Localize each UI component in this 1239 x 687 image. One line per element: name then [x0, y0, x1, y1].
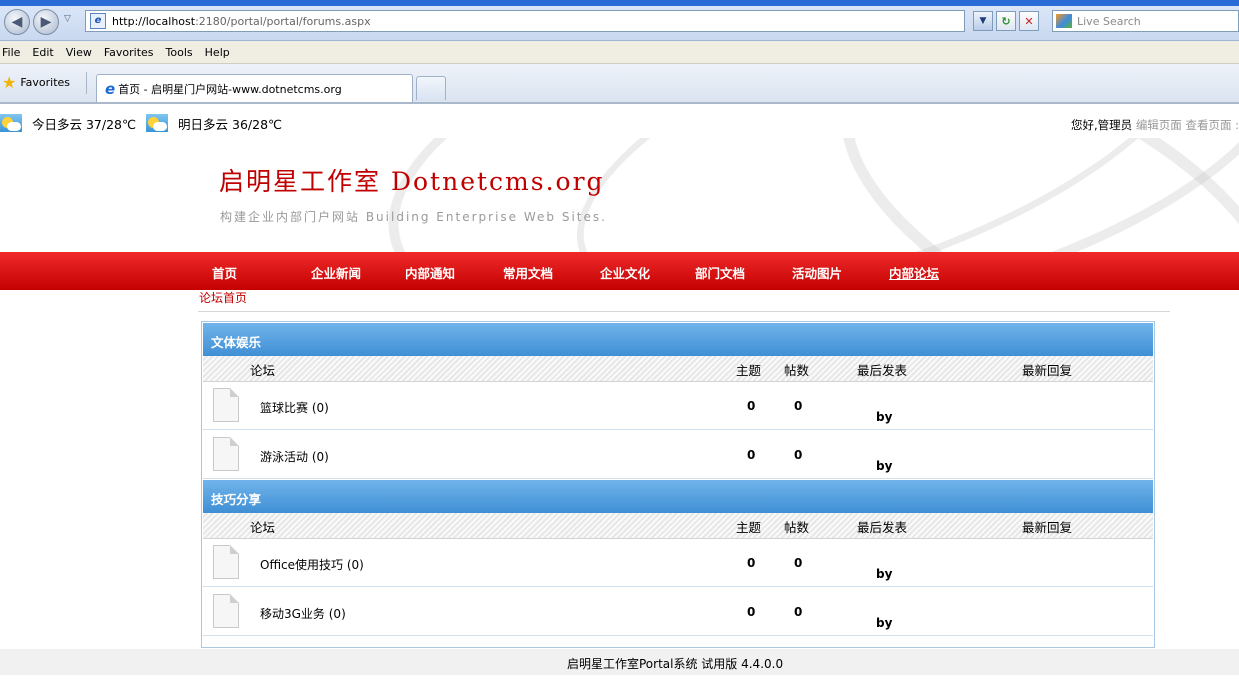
partly-cloudy-icon [0, 114, 22, 132]
col-latest-reply: 最新回复 [1022, 520, 1073, 535]
site-title: 启明星工作室 Dotnetcms.org [219, 167, 605, 196]
address-toolbar: ◀ ▶ ▽ e http://localhost:2180/portal/por… [0, 6, 1239, 41]
col-forum: 论坛 [250, 520, 276, 535]
category-header: 文体娱乐 [203, 323, 1153, 356]
document-icon [213, 594, 239, 628]
partly-cloudy-icon [146, 114, 169, 132]
forum-row[interactable]: 篮球比赛 (0) 0 0 by [203, 382, 1153, 430]
forum-row[interactable]: Office使用技巧 (0) 0 0 by [203, 539, 1153, 587]
page-links[interactable]: 编辑页面 查看页面 : [1136, 118, 1239, 132]
user-greeting: 您好,管理员 [1071, 118, 1133, 132]
tab-bar: ★ Favorites e 首页 - 启明星门户网站-www.dotnetcms… [0, 64, 1239, 104]
menu-favorites[interactable]: Favorites [104, 46, 154, 59]
divider [198, 311, 1170, 312]
last-post-by: by [876, 616, 893, 630]
banner [0, 138, 1239, 252]
ie-logo-icon: e [105, 79, 116, 98]
tab-active[interactable]: e 首页 - 启明星门户网站-www.dotnetcms.org [96, 74, 413, 102]
last-post-by: by [876, 459, 893, 473]
favorites-button[interactable]: ★ Favorites [0, 72, 70, 92]
menu-view[interactable]: View [66, 46, 92, 59]
forum-row[interactable]: 移动3G业务 (0) 0 0 by [203, 588, 1153, 636]
breadcrumb[interactable]: 论坛首页 [199, 289, 247, 306]
column-header-row: 论坛 主题 帖数 最后发表 最新回复 [203, 513, 1153, 539]
post-count: 0 [794, 605, 803, 619]
col-posts: 帖数 [784, 363, 810, 378]
col-forum: 论坛 [250, 363, 276, 378]
tab-title: 首页 - 启明星门户网站-www.dotnetcms.org [118, 82, 342, 96]
tab-divider [86, 72, 87, 94]
menu-help[interactable]: Help [205, 46, 230, 59]
main-nav: 首页 企业新闻 内部通知 常用文档 企业文化 部门文档 活动图片 内部论坛 [0, 252, 1239, 290]
nav-news[interactable]: 企业新闻 [311, 263, 361, 282]
post-count: 0 [794, 448, 803, 462]
menu-bar: File Edit View Favorites Tools Help [0, 41, 1239, 64]
favorites-label: Favorites [20, 75, 71, 89]
search-box[interactable]: Live Search [1052, 10, 1239, 32]
document-icon [213, 545, 239, 579]
user-toolbar: 您好,管理员 编辑页面 查看页面 : [1071, 117, 1239, 133]
history-dropdown-icon[interactable]: ▽ [64, 14, 71, 24]
post-count: 0 [794, 556, 803, 570]
stop-button[interactable]: ✕ [1019, 11, 1039, 31]
refresh-button[interactable]: ↻ [996, 11, 1016, 31]
menu-edit[interactable]: Edit [32, 46, 53, 59]
footer-text: 启明星工作室Portal系统 试用版 4.4.0.0 [567, 657, 784, 671]
forum-name[interactable]: 游泳活动 (0) [260, 448, 329, 465]
col-latest-reply: 最新回复 [1022, 363, 1073, 378]
menu-tools[interactable]: Tools [166, 46, 193, 59]
weather-bar: 今日多云 37/28℃ 明日多云 36/28℃ [0, 110, 282, 136]
forum-row[interactable]: 游泳活动 (0) 0 0 by [203, 431, 1153, 479]
topic-count: 0 [747, 556, 756, 570]
col-topics: 主题 [736, 520, 762, 535]
document-icon [213, 437, 239, 471]
nav-department-docs[interactable]: 部门文档 [695, 263, 745, 282]
forum-name[interactable]: 移动3G业务 (0) [260, 605, 346, 622]
new-tab-button[interactable] [416, 76, 446, 100]
forward-button[interactable]: ▶ [33, 9, 59, 35]
search-placeholder: Live Search [1077, 14, 1141, 28]
url-host: http://localhost [112, 14, 196, 28]
live-search-icon [1056, 14, 1072, 28]
topic-count: 0 [747, 399, 756, 413]
topic-count: 0 [747, 448, 756, 462]
star-icon: ★ [2, 72, 17, 92]
forum-name[interactable]: 篮球比赛 (0) [260, 399, 329, 416]
back-arrow-icon: ◀ [11, 14, 23, 30]
site-subtitle: 构建企业内部门户网站 Building Enterprise Web Sites… [220, 210, 607, 224]
topic-count: 0 [747, 605, 756, 619]
nav-culture[interactable]: 企业文化 [600, 263, 650, 282]
nav-documents[interactable]: 常用文档 [503, 263, 553, 282]
last-post-by: by [876, 410, 893, 424]
footer: 启明星工作室Portal系统 试用版 4.4.0.0 [0, 649, 1239, 675]
weather-tomorrow: 明日多云 36/28℃ [178, 116, 283, 132]
chevron-down-icon: ▼ [979, 16, 987, 26]
nav-home[interactable]: 首页 [212, 263, 237, 282]
stop-icon: ✕ [1024, 14, 1034, 28]
back-button[interactable]: ◀ [4, 9, 30, 35]
address-dropdown-button[interactable]: ▼ [973, 11, 993, 31]
col-posts: 帖数 [784, 520, 810, 535]
col-topics: 主题 [736, 363, 762, 378]
nav-photos[interactable]: 活动图片 [792, 263, 842, 282]
refresh-icon: ↻ [1001, 14, 1011, 28]
forward-arrow-icon: ▶ [40, 14, 52, 30]
weather-today: 今日多云 37/28℃ [32, 116, 137, 132]
category-header: 技巧分享 [203, 480, 1153, 513]
post-count: 0 [794, 399, 803, 413]
url-path: :2180/portal/portal/forums.aspx [195, 14, 371, 28]
document-icon [213, 388, 239, 422]
last-post-by: by [876, 567, 893, 581]
nav-notices[interactable]: 内部通知 [405, 263, 455, 282]
column-header-row: 论坛 主题 帖数 最后发表 最新回复 [203, 356, 1153, 382]
col-last-post: 最后发表 [857, 363, 908, 378]
ie-page-icon: e [90, 13, 106, 29]
col-last-post: 最后发表 [857, 520, 908, 535]
forum-name[interactable]: Office使用技巧 (0) [260, 556, 364, 573]
nav-forum[interactable]: 内部论坛 [889, 263, 939, 282]
menu-file[interactable]: File [2, 46, 20, 59]
address-bar[interactable]: e http://localhost:2180/portal/portal/fo… [85, 10, 965, 32]
